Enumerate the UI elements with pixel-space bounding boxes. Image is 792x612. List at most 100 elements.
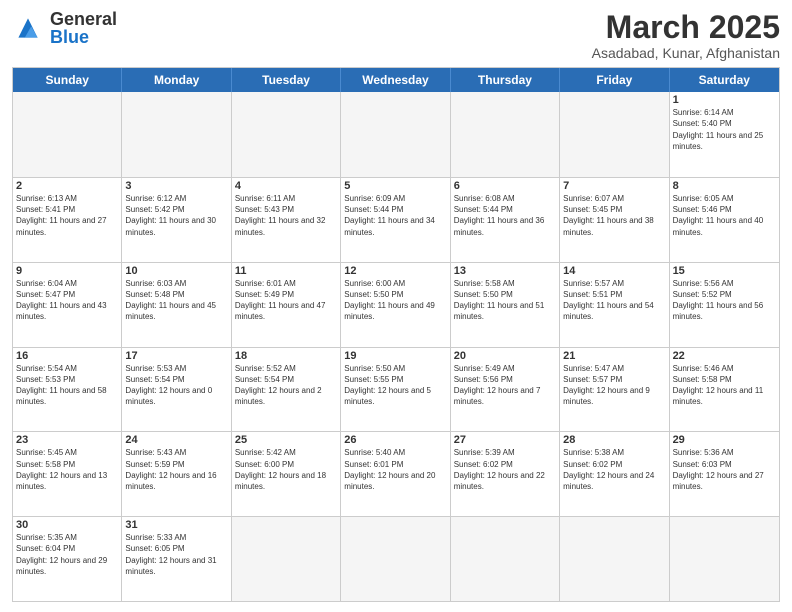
day-number: 12 <box>344 265 446 277</box>
day-number: 7 <box>563 180 665 192</box>
cell-info: Sunrise: 6:03 AM Sunset: 5:48 PM Dayligh… <box>125 278 227 323</box>
cal-cell: 22Sunrise: 5:46 AM Sunset: 5:58 PM Dayli… <box>670 348 779 432</box>
cal-cell: 14Sunrise: 5:57 AM Sunset: 5:51 PM Dayli… <box>560 263 669 347</box>
month-year: March 2025 <box>592 10 780 45</box>
cal-cell: 1Sunrise: 6:14 AM Sunset: 5:40 PM Daylig… <box>670 92 779 177</box>
cell-info: Sunrise: 5:33 AM Sunset: 6:05 PM Dayligh… <box>125 532 227 577</box>
header-day-saturday: Saturday <box>670 68 779 92</box>
cal-cell: 28Sunrise: 5:38 AM Sunset: 6:02 PM Dayli… <box>560 432 669 516</box>
cell-info: Sunrise: 6:07 AM Sunset: 5:45 PM Dayligh… <box>563 193 665 238</box>
cal-cell: 27Sunrise: 5:39 AM Sunset: 6:02 PM Dayli… <box>451 432 560 516</box>
day-number: 22 <box>673 350 776 362</box>
day-number: 20 <box>454 350 556 362</box>
cell-info: Sunrise: 5:56 AM Sunset: 5:52 PM Dayligh… <box>673 278 776 323</box>
cell-info: Sunrise: 6:04 AM Sunset: 5:47 PM Dayligh… <box>16 278 118 323</box>
cell-info: Sunrise: 5:58 AM Sunset: 5:50 PM Dayligh… <box>454 278 556 323</box>
logo-icon <box>12 12 44 44</box>
cal-cell: 5Sunrise: 6:09 AM Sunset: 5:44 PM Daylig… <box>341 178 450 262</box>
cal-cell: 7Sunrise: 6:07 AM Sunset: 5:45 PM Daylig… <box>560 178 669 262</box>
cell-info: Sunrise: 5:46 AM Sunset: 5:58 PM Dayligh… <box>673 363 776 408</box>
day-number: 5 <box>344 180 446 192</box>
cell-info: Sunrise: 6:01 AM Sunset: 5:49 PM Dayligh… <box>235 278 337 323</box>
day-number: 15 <box>673 265 776 277</box>
cal-cell <box>670 517 779 601</box>
day-number: 9 <box>16 265 118 277</box>
header: General Blue March 2025 Asadabad, Kunar,… <box>12 10 780 61</box>
day-number: 11 <box>235 265 337 277</box>
cal-cell <box>451 517 560 601</box>
header-day-tuesday: Tuesday <box>232 68 341 92</box>
day-number: 18 <box>235 350 337 362</box>
day-number: 3 <box>125 180 227 192</box>
cell-info: Sunrise: 5:36 AM Sunset: 6:03 PM Dayligh… <box>673 447 776 492</box>
day-number: 30 <box>16 519 118 531</box>
header-day-monday: Monday <box>122 68 231 92</box>
day-number: 28 <box>563 434 665 446</box>
cell-info: Sunrise: 6:14 AM Sunset: 5:40 PM Dayligh… <box>673 107 776 152</box>
day-number: 17 <box>125 350 227 362</box>
cal-week-2: 2Sunrise: 6:13 AM Sunset: 5:41 PM Daylig… <box>13 177 779 262</box>
cell-info: Sunrise: 6:08 AM Sunset: 5:44 PM Dayligh… <box>454 193 556 238</box>
cal-cell: 4Sunrise: 6:11 AM Sunset: 5:43 PM Daylig… <box>232 178 341 262</box>
cell-info: Sunrise: 6:00 AM Sunset: 5:50 PM Dayligh… <box>344 278 446 323</box>
cal-cell <box>560 517 669 601</box>
day-number: 29 <box>673 434 776 446</box>
day-number: 16 <box>16 350 118 362</box>
cell-info: Sunrise: 6:11 AM Sunset: 5:43 PM Dayligh… <box>235 193 337 238</box>
cal-cell <box>13 92 122 177</box>
cal-cell: 30Sunrise: 5:35 AM Sunset: 6:04 PM Dayli… <box>13 517 122 601</box>
cell-info: Sunrise: 5:49 AM Sunset: 5:56 PM Dayligh… <box>454 363 556 408</box>
cal-cell: 26Sunrise: 5:40 AM Sunset: 6:01 PM Dayli… <box>341 432 450 516</box>
day-number: 1 <box>673 94 776 106</box>
header-day-wednesday: Wednesday <box>341 68 450 92</box>
cell-info: Sunrise: 6:05 AM Sunset: 5:46 PM Dayligh… <box>673 193 776 238</box>
cal-cell: 16Sunrise: 5:54 AM Sunset: 5:53 PM Dayli… <box>13 348 122 432</box>
cal-cell: 25Sunrise: 5:42 AM Sunset: 6:00 PM Dayli… <box>232 432 341 516</box>
calendar-body: 1Sunrise: 6:14 AM Sunset: 5:40 PM Daylig… <box>13 92 779 601</box>
cal-cell: 20Sunrise: 5:49 AM Sunset: 5:56 PM Dayli… <box>451 348 560 432</box>
calendar: SundayMondayTuesdayWednesdayThursdayFrid… <box>12 67 780 602</box>
day-number: 25 <box>235 434 337 446</box>
header-day-sunday: Sunday <box>13 68 122 92</box>
cal-cell: 13Sunrise: 5:58 AM Sunset: 5:50 PM Dayli… <box>451 263 560 347</box>
cal-cell: 21Sunrise: 5:47 AM Sunset: 5:57 PM Dayli… <box>560 348 669 432</box>
logo-text: General Blue <box>50 10 117 46</box>
cal-week-1: 1Sunrise: 6:14 AM Sunset: 5:40 PM Daylig… <box>13 92 779 177</box>
cal-cell: 19Sunrise: 5:50 AM Sunset: 5:55 PM Dayli… <box>341 348 450 432</box>
cal-cell: 6Sunrise: 6:08 AM Sunset: 5:44 PM Daylig… <box>451 178 560 262</box>
day-number: 24 <box>125 434 227 446</box>
page: General Blue March 2025 Asadabad, Kunar,… <box>0 0 792 612</box>
cell-info: Sunrise: 5:35 AM Sunset: 6:04 PM Dayligh… <box>16 532 118 577</box>
day-number: 8 <box>673 180 776 192</box>
cell-info: Sunrise: 5:40 AM Sunset: 6:01 PM Dayligh… <box>344 447 446 492</box>
cell-info: Sunrise: 5:43 AM Sunset: 5:59 PM Dayligh… <box>125 447 227 492</box>
cal-week-4: 16Sunrise: 5:54 AM Sunset: 5:53 PM Dayli… <box>13 347 779 432</box>
day-number: 27 <box>454 434 556 446</box>
title-block: March 2025 Asadabad, Kunar, Afghanistan <box>592 10 780 61</box>
day-number: 26 <box>344 434 446 446</box>
cal-cell: 24Sunrise: 5:43 AM Sunset: 5:59 PM Dayli… <box>122 432 231 516</box>
cal-cell: 23Sunrise: 5:45 AM Sunset: 5:58 PM Dayli… <box>13 432 122 516</box>
cal-cell: 11Sunrise: 6:01 AM Sunset: 5:49 PM Dayli… <box>232 263 341 347</box>
cell-info: Sunrise: 5:39 AM Sunset: 6:02 PM Dayligh… <box>454 447 556 492</box>
cal-week-5: 23Sunrise: 5:45 AM Sunset: 5:58 PM Dayli… <box>13 431 779 516</box>
cal-cell <box>232 517 341 601</box>
cell-info: Sunrise: 5:45 AM Sunset: 5:58 PM Dayligh… <box>16 447 118 492</box>
cal-cell: 18Sunrise: 5:52 AM Sunset: 5:54 PM Dayli… <box>232 348 341 432</box>
logo: General Blue <box>12 10 117 46</box>
day-number: 10 <box>125 265 227 277</box>
cell-info: Sunrise: 5:47 AM Sunset: 5:57 PM Dayligh… <box>563 363 665 408</box>
cal-cell: 8Sunrise: 6:05 AM Sunset: 5:46 PM Daylig… <box>670 178 779 262</box>
cal-cell: 15Sunrise: 5:56 AM Sunset: 5:52 PM Dayli… <box>670 263 779 347</box>
cell-info: Sunrise: 5:53 AM Sunset: 5:54 PM Dayligh… <box>125 363 227 408</box>
cal-cell: 12Sunrise: 6:00 AM Sunset: 5:50 PM Dayli… <box>341 263 450 347</box>
day-number: 31 <box>125 519 227 531</box>
header-day-thursday: Thursday <box>451 68 560 92</box>
cell-info: Sunrise: 6:13 AM Sunset: 5:41 PM Dayligh… <box>16 193 118 238</box>
day-number: 13 <box>454 265 556 277</box>
cal-cell: 3Sunrise: 6:12 AM Sunset: 5:42 PM Daylig… <box>122 178 231 262</box>
day-number: 23 <box>16 434 118 446</box>
cal-cell <box>122 92 231 177</box>
cell-info: Sunrise: 5:54 AM Sunset: 5:53 PM Dayligh… <box>16 363 118 408</box>
location: Asadabad, Kunar, Afghanistan <box>592 45 780 61</box>
